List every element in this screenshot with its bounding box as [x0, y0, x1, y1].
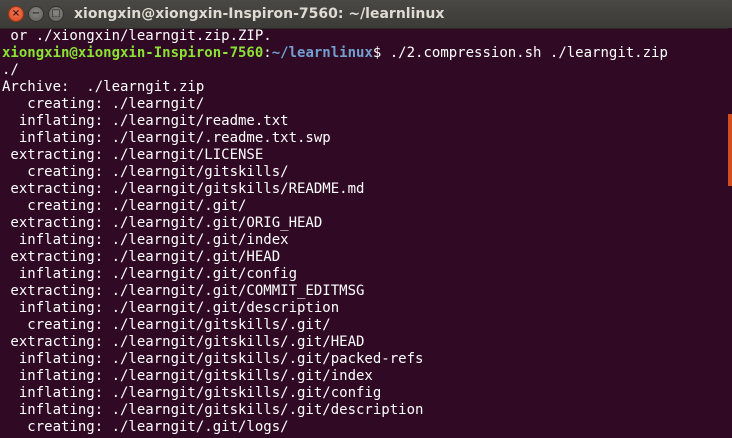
terminal-line: inflating: ./learngit/gitskills/.git/ind…: [2, 368, 373, 384]
terminal-line: creating: ./learngit/gitskills/.git/: [2, 317, 331, 333]
maximize-button[interactable]: □: [48, 6, 64, 22]
terminal-line: creating: ./learngit/: [2, 96, 205, 112]
terminal-line: inflating: ./learngit/.git/index: [2, 232, 289, 248]
scrollbar-thumb[interactable]: [728, 114, 732, 186]
terminal-line: creating: ./learngit/.git/: [2, 198, 247, 214]
minimize-button[interactable]: −: [28, 6, 44, 22]
terminal-line: inflating: ./learngit/gitskills/.git/des…: [2, 402, 424, 418]
terminal-line: extracting: ./learngit/LICENSE: [2, 147, 264, 163]
terminal-line: inflating: ./learngit/.git/config: [2, 266, 298, 282]
minimize-icon: −: [31, 8, 41, 19]
command-output: ./Archive: ./learngit.zip creating: ./le…: [2, 62, 722, 436]
terminal-line: Archive: ./learngit.zip: [2, 79, 205, 95]
prompt-command: ./2.compression.sh ./learngit.zip: [389, 45, 668, 61]
terminal-line: inflating: ./learngit/gitskills/.git/con…: [2, 385, 382, 401]
terminal-line: ./: [2, 62, 19, 78]
terminal-line: extracting: ./learngit/.git/HEAD: [2, 249, 281, 265]
terminal-line: inflating: ./learngit/gitskills/.git/pac…: [2, 351, 424, 367]
terminal-line: extracting: ./learngit/.git/COMMIT_EDITM…: [2, 283, 365, 299]
prompt-separator: :: [263, 45, 272, 61]
terminal-line: inflating: ./learngit/.readme.txt.swp: [2, 130, 331, 146]
window-title: xiongxin@xiongxin-Inspiron-7560: ~/learn…: [74, 6, 445, 22]
prompt-symbol: $: [372, 45, 390, 61]
terminal-output[interactable]: or ./xiongxin/learngit.zip.ZIP. xiongxin…: [0, 28, 722, 438]
close-button[interactable]: ×: [8, 6, 24, 22]
prompt-line: xiongxin@xiongxin-Inspiron-7560:~/learnl…: [2, 45, 722, 62]
terminal-line: extracting: ./learngit/gitskills/README.…: [2, 181, 365, 197]
prompt-path: ~/learnlinux: [271, 45, 373, 61]
terminal-line: inflating: ./learngit/.git/description: [2, 300, 340, 316]
maximize-icon: □: [51, 8, 61, 19]
terminal-line: or ./xiongxin/learngit.zip.ZIP.: [2, 28, 272, 44]
prompt-user-host: xiongxin@xiongxin-Inspiron-7560: [2, 45, 264, 61]
terminal-line: extracting: ./learngit/.git/ORIG_HEAD: [2, 215, 323, 231]
close-icon: ×: [11, 8, 21, 19]
terminal-line: extracting: ./learngit/gitskills/.git/HE…: [2, 334, 365, 350]
terminal-window: × − □ xiongxin@xiongxin-Inspiron-7560: ~…: [0, 0, 732, 438]
terminal-line: creating: ./learngit/gitskills/: [2, 164, 289, 180]
scrollbar[interactable]: [728, 28, 732, 438]
terminal-line: inflating: ./learngit/readme.txt: [2, 113, 289, 129]
title-bar[interactable]: × − □ xiongxin@xiongxin-Inspiron-7560: ~…: [0, 0, 732, 29]
terminal-line: creating: ./learngit/.git/logs/: [2, 419, 289, 435]
